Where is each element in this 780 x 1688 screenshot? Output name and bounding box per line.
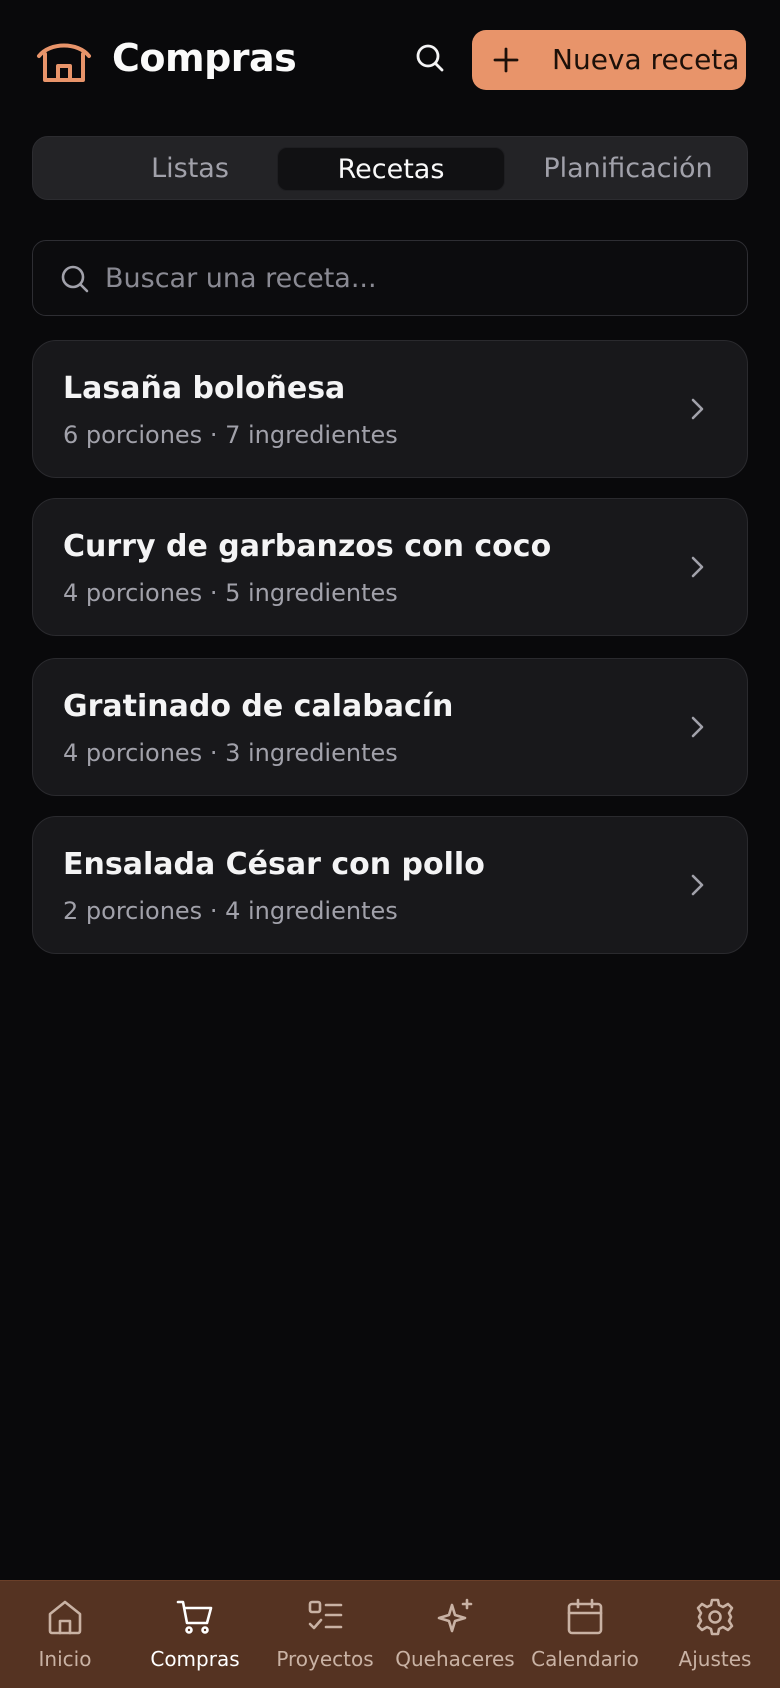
nav-label: Proyectos xyxy=(276,1647,374,1671)
nav-item-inicio[interactable]: Inicio xyxy=(0,1581,130,1688)
tab-listas[interactable]: Listas xyxy=(75,147,305,191)
search-icon xyxy=(61,265,89,293)
recipe-meta: 4 porciones · 3 ingredientes xyxy=(63,739,398,767)
house-icon xyxy=(37,43,91,82)
cart-icon xyxy=(176,1600,213,1634)
nav-item-compras[interactable]: Compras xyxy=(130,1581,260,1688)
new-recipe-label: Nueva receta xyxy=(552,43,740,76)
chevron-right-icon xyxy=(691,398,704,420)
recipe-meta: 6 porciones · 7 ingredientes xyxy=(63,421,398,449)
bottom-nav: Inicio Compras Proyectos Quehaceres Cale… xyxy=(0,1580,780,1688)
chevron-right-icon xyxy=(691,716,704,738)
new-recipe-button[interactable]: Nueva receta xyxy=(472,30,746,90)
nav-item-calendario[interactable]: Calendario xyxy=(520,1581,650,1688)
recipe-search-input[interactable] xyxy=(105,241,725,315)
recipe-search-box xyxy=(32,240,748,316)
home-icon xyxy=(48,1600,82,1635)
chevron-right-icon xyxy=(691,874,704,896)
nav-label: Compras xyxy=(150,1647,240,1671)
nav-label: Quehaceres xyxy=(395,1647,515,1671)
chevron-right-icon xyxy=(691,556,704,578)
recipe-name: Gratinado de calabacín xyxy=(63,689,454,724)
nav-item-proyectos[interactable]: Proyectos xyxy=(260,1581,390,1688)
recipe-meta: 2 porciones · 4 ingredientes xyxy=(63,897,398,925)
header: Compras Nueva receta xyxy=(0,0,780,120)
recipe-name: Ensalada César con pollo xyxy=(63,847,485,882)
recipe-card[interactable]: Ensalada César con pollo 2 porciones · 4… xyxy=(32,816,748,954)
nav-item-quehaceres[interactable]: Quehaceres xyxy=(390,1581,520,1688)
calendar-icon xyxy=(567,1598,603,1635)
nav-label: Calendario xyxy=(531,1647,639,1671)
tab-planificacion[interactable]: Planificación xyxy=(509,147,747,191)
nav-label: Inicio xyxy=(38,1647,92,1671)
recipe-card[interactable]: Lasaña boloñesa 6 porciones · 7 ingredie… xyxy=(32,340,748,478)
plus-icon xyxy=(493,47,519,73)
recipe-name: Curry de garbanzos con coco xyxy=(63,529,552,564)
gear-icon xyxy=(696,1598,734,1636)
sparkles-icon xyxy=(437,1598,473,1633)
app-root: Compras Nueva receta Listas Recetas Plan… xyxy=(0,0,780,1688)
recipe-card[interactable]: Gratinado de calabacín 4 porciones · 3 i… xyxy=(32,658,748,796)
nav-item-ajustes[interactable]: Ajustes xyxy=(650,1581,780,1688)
nav-label: Ajustes xyxy=(678,1647,752,1671)
page-title: Compras xyxy=(112,36,297,80)
search-button[interactable] xyxy=(410,38,450,78)
recipe-meta: 4 porciones · 5 ingredientes xyxy=(63,579,398,607)
tab-bar: Listas Recetas Planificación xyxy=(32,136,748,200)
checklist-icon xyxy=(308,1600,343,1630)
recipe-card[interactable]: Curry de garbanzos con coco 4 porciones … xyxy=(32,498,748,636)
tab-recetas[interactable]: Recetas xyxy=(277,147,505,191)
recipe-name: Lasaña boloñesa xyxy=(63,371,346,406)
search-icon xyxy=(416,44,444,72)
